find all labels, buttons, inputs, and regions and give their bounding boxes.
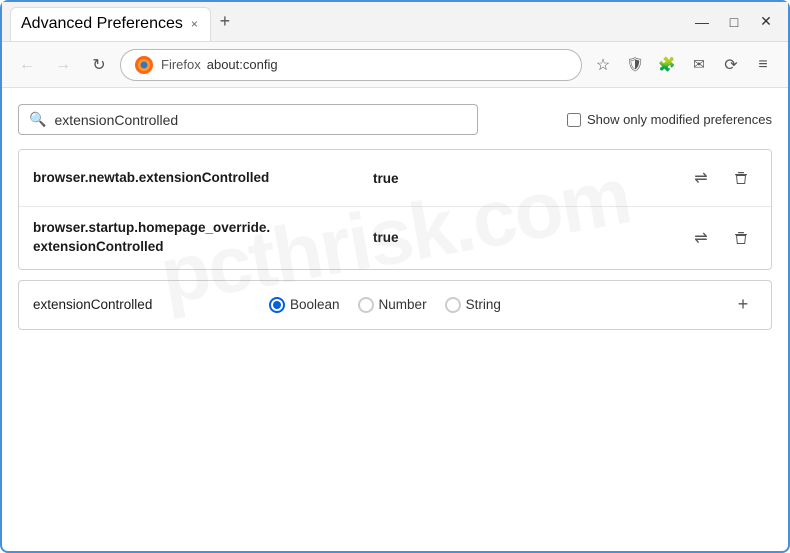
content-area: 🔍 Show only modified preferences browser… [2, 88, 788, 346]
menu-icon: ≡ [758, 56, 767, 74]
pref-name: browser.newtab.extensionControlled [33, 169, 373, 188]
close-button[interactable]: ✕ [752, 8, 780, 36]
search-row: 🔍 Show only modified preferences [18, 104, 772, 135]
back-icon: ← [19, 56, 35, 74]
pref-name-line1: browser.startup.homepage_override. [33, 220, 270, 235]
table-row: browser.startup.homepage_override. exten… [19, 207, 771, 269]
swap-button[interactable]: ⇌ [685, 222, 717, 254]
forward-button[interactable]: → [48, 50, 78, 80]
show-modified-checkbox[interactable] [567, 113, 581, 127]
delete-icon [733, 170, 749, 186]
shield-icon: 🛡 [626, 56, 644, 73]
search-box[interactable]: 🔍 [18, 104, 478, 135]
share-button[interactable]: ✉ [684, 50, 714, 80]
table-row: browser.newtab.extensionControlled true … [19, 150, 771, 207]
number-radio-circle[interactable] [358, 297, 374, 313]
boolean-radio-label: Boolean [290, 297, 340, 312]
extension-icon: 🧩 [658, 56, 675, 73]
add-preference-row: extensionControlled Boolean Number Strin… [18, 280, 772, 330]
maximize-button[interactable]: □ [720, 8, 748, 36]
search-icon: 🔍 [29, 111, 46, 128]
firefox-label: Firefox [161, 57, 201, 72]
back-button[interactable]: ← [12, 50, 42, 80]
preferences-table: browser.newtab.extensionControlled true … [18, 149, 772, 270]
address-bar[interactable]: Firefox about:config [120, 49, 582, 81]
tab-close-button[interactable]: × [189, 17, 200, 31]
pref-value: true [373, 171, 685, 186]
share-icon: ✉ [693, 56, 705, 73]
boolean-radio-circle[interactable] [269, 297, 285, 313]
type-radio-group: Boolean Number String [269, 297, 713, 313]
bookmark-button[interactable]: ☆ [588, 50, 618, 80]
window-controls: — □ ✕ [688, 8, 780, 36]
sync-button[interactable]: ⟳ [716, 50, 746, 80]
number-radio-option[interactable]: Number [358, 297, 427, 313]
new-pref-name: extensionControlled [33, 297, 253, 312]
delete-button[interactable] [725, 162, 757, 194]
minimize-button[interactable]: — [688, 8, 716, 36]
string-radio-option[interactable]: String [445, 297, 501, 313]
search-input[interactable] [54, 112, 467, 128]
number-radio-label: Number [379, 297, 427, 312]
string-radio-label: String [466, 297, 501, 312]
new-tab-button[interactable]: + [211, 8, 239, 36]
address-text: about:config [207, 57, 569, 72]
string-radio-circle[interactable] [445, 297, 461, 313]
modified-prefs-checkbox-row: Show only modified preferences [567, 112, 772, 127]
swap-button[interactable]: ⇌ [685, 162, 717, 194]
sync-icon: ⟳ [724, 55, 737, 75]
pref-name-line2: extensionControlled [33, 239, 164, 254]
boolean-radio-option[interactable]: Boolean [269, 297, 340, 313]
nav-right-icons: ☆ 🛡 🧩 ✉ ⟳ ≡ [588, 50, 778, 80]
bookmark-icon: ☆ [596, 55, 610, 75]
pref-actions: ⇌ [685, 162, 757, 194]
show-modified-label[interactable]: Show only modified preferences [587, 112, 772, 127]
reload-icon: ↻ [92, 55, 105, 75]
browser-tab[interactable]: Advanced Preferences × [10, 7, 211, 41]
shield-button[interactable]: 🛡 [620, 50, 650, 80]
firefox-logo-icon [133, 54, 155, 76]
tab-title: Advanced Preferences [21, 15, 183, 33]
pref-value: true [373, 230, 685, 245]
delete-icon [733, 230, 749, 246]
pref-name: browser.startup.homepage_override. exten… [33, 219, 373, 257]
extension-button[interactable]: 🧩 [652, 50, 682, 80]
forward-icon: → [55, 56, 71, 74]
title-bar: Advanced Preferences × + — □ ✕ [2, 2, 788, 42]
pref-actions: ⇌ [685, 222, 757, 254]
nav-bar: ← → ↻ Firefox about:config ☆ 🛡 🧩 ✉ ⟳ [2, 42, 788, 88]
reload-button[interactable]: ↻ [84, 50, 114, 80]
add-preference-button[interactable]: + [729, 291, 757, 319]
menu-button[interactable]: ≡ [748, 50, 778, 80]
delete-button[interactable] [725, 222, 757, 254]
